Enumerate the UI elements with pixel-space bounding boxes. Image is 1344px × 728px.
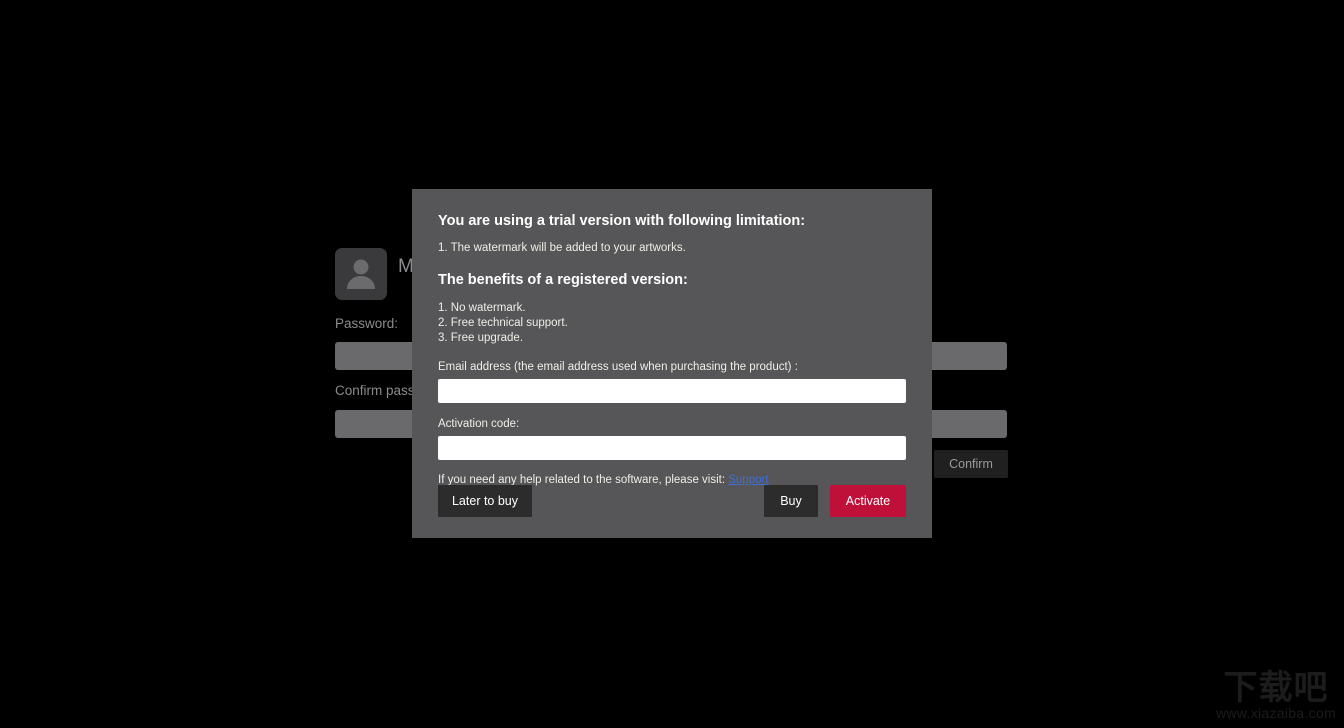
list-item: 2. Free technical support. (438, 316, 568, 329)
email-input[interactable] (438, 378, 906, 403)
benefits-list: 1. No watermark. 2. Free technical suppo… (438, 301, 906, 346)
trial-activation-dialog: You are using a trial version with follo… (412, 189, 932, 538)
user-avatar-icon (335, 248, 387, 300)
password-label: Password: (335, 316, 399, 331)
watermark-url-text: www.xiazaiba.com (1216, 705, 1336, 721)
watermark: 下载吧 www.xiazaiba.com (1216, 671, 1336, 720)
support-link[interactable]: Support (728, 474, 768, 486)
watermark-logo-text: 下载吧 (1223, 668, 1329, 708)
list-item: 3. Free upgrade. (438, 331, 524, 344)
screen: M Password: Confirm password: Confirm 下载… (0, 0, 1344, 728)
benefits-heading: The benefits of a registered version: (438, 272, 688, 289)
later-to-buy-button[interactable]: Later to buy (438, 485, 532, 517)
dialog-button-row: Later to buy Buy Activate (438, 485, 906, 517)
confirm-button[interactable]: Confirm (934, 450, 1008, 478)
email-field-label: Email address (the email address used wh… (438, 360, 798, 373)
trial-heading: You are using a trial version with follo… (438, 213, 806, 229)
help-text: If you need any help related to the soft… (438, 473, 729, 486)
activate-button[interactable]: Activate (830, 485, 906, 517)
dialog-content: You are using a trial version with follo… (438, 213, 906, 487)
buy-button[interactable]: Buy (764, 485, 818, 517)
activation-code-label: Activation code: (438, 417, 520, 430)
activation-code-input[interactable] (438, 435, 906, 460)
list-item: 1. No watermark. (438, 301, 526, 314)
limitation-text: 1. The watermark will be added to your a… (438, 242, 686, 255)
